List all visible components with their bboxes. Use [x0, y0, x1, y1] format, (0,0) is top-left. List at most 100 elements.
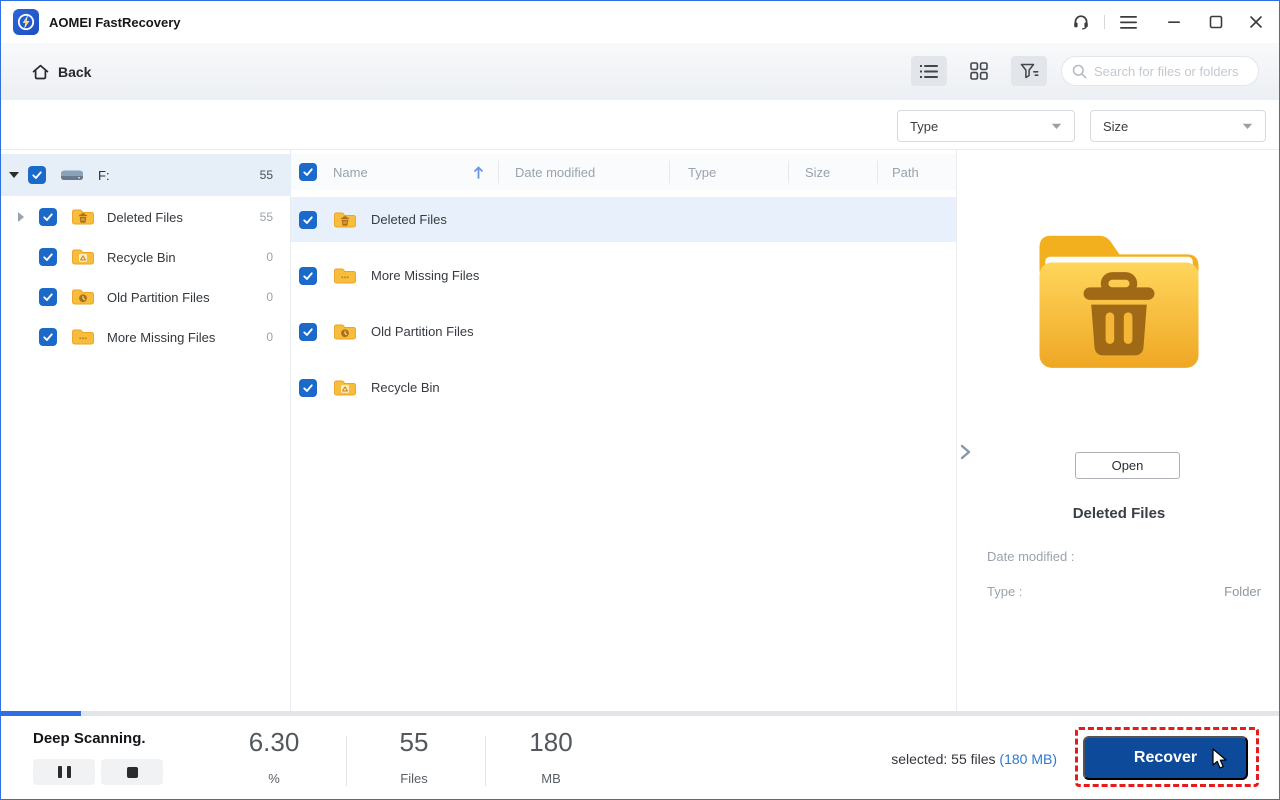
scan-progress-fill — [1, 711, 81, 716]
chevron-down-icon — [1242, 123, 1253, 129]
sort-ascending-icon — [474, 166, 483, 179]
funnel-filter-icon — [1020, 63, 1038, 78]
chevron-down-icon — [1051, 123, 1062, 129]
drive-icon — [61, 170, 83, 180]
type-filter-label: Type — [910, 118, 939, 134]
hamburger-menu-icon[interactable] — [1111, 7, 1145, 37]
scan-progress-track — [1, 711, 1279, 716]
back-button[interactable]: Back — [31, 63, 91, 81]
preview-panel: Open Deleted Files Date modified : Type … — [956, 150, 1279, 711]
search-icon — [1072, 64, 1087, 78]
search-placeholder: Search for files or folders — [1094, 63, 1239, 79]
collapse-arrow-icon[interactable] — [18, 212, 24, 222]
maximize-icon[interactable] — [1199, 7, 1233, 37]
back-label: Back — [58, 63, 92, 80]
drive-label: F: — [98, 167, 110, 183]
column-header-path[interactable]: Path — [877, 161, 956, 183]
mouse-cursor — [1212, 748, 1227, 769]
column-header-size[interactable]: Size — [788, 161, 877, 183]
tree-item-label: More Missing Files — [107, 329, 216, 345]
table-row-old-partition-files[interactable]: Old Partition Files — [291, 309, 956, 354]
support-headset-icon[interactable] — [1064, 7, 1098, 37]
filter-row: Type Size — [1, 100, 1279, 149]
table-row-more-missing-files[interactable]: More Missing Files — [291, 253, 956, 298]
clock-folder-icon — [71, 287, 95, 307]
titlebar: AOMEI FastRecovery — [1, 1, 1279, 43]
checkbox[interactable] — [299, 322, 317, 341]
recycle-folder-icon — [71, 247, 95, 267]
stat-divider — [346, 736, 347, 786]
deleted-files-folder-preview-icon — [1039, 235, 1199, 368]
row-name: Old Partition Files — [371, 324, 474, 339]
selected-files-text: selected: 55 files — [891, 751, 996, 767]
column-header-type[interactable]: Type — [669, 161, 788, 183]
preview-title: Deleted Files — [1072, 505, 1166, 522]
checkbox[interactable] — [39, 208, 57, 226]
filter-button[interactable] — [1011, 56, 1047, 86]
tree-item-label: Recycle Bin — [107, 249, 176, 265]
size-filter-dropdown[interactable]: Size — [1090, 110, 1266, 142]
checkbox[interactable] — [39, 328, 57, 346]
selection-summary: selected: 55 files (180 MB) — [891, 751, 1057, 767]
row-name: Recycle Bin — [371, 380, 440, 395]
sidebar-item-deleted-files[interactable]: Deleted Files 55 — [1, 197, 291, 237]
tree-item-count: 55 — [259, 210, 273, 224]
open-button[interactable]: Open — [1075, 452, 1180, 479]
titlebar-divider — [1104, 15, 1105, 29]
grid-view-icon — [970, 62, 988, 80]
checkbox[interactable] — [39, 288, 57, 306]
app-window: AOMEI FastRecovery Back Search for files… — [0, 0, 1280, 800]
minimize-icon[interactable] — [1157, 7, 1191, 37]
selected-size-text: (180 MB) — [999, 751, 1057, 767]
sidebar-item-recycle-bin[interactable]: Recycle Bin 0 — [1, 237, 291, 277]
content-area: F: 55 Deleted Files 55 Recycle Bin 0 Old… — [1, 149, 1279, 711]
tree-item-count: 0 — [266, 250, 273, 264]
table-row-recycle-bin[interactable]: Recycle Bin — [291, 365, 956, 410]
clock-folder-icon — [333, 322, 357, 342]
stat-files: 55 Files — [399, 727, 429, 786]
stat-size: 180 MB — [529, 727, 573, 786]
app-identity: AOMEI FastRecovery — [1, 9, 181, 35]
stat-percent: 6.30 % — [248, 727, 300, 786]
scan-status-text: Deep Scanning. — [33, 730, 146, 747]
sidebar-item-old-partition-files[interactable]: Old Partition Files 0 — [1, 277, 291, 317]
type-filter-dropdown[interactable]: Type — [897, 110, 1075, 142]
app-logo-icon — [13, 9, 39, 35]
sidebar-item-drive-f[interactable]: F: 55 — [1, 154, 291, 196]
list-view-button[interactable] — [911, 56, 947, 86]
detail-type: Type : Folder — [987, 584, 1261, 599]
nav-right-tools: Search for files or folders — [911, 56, 1259, 86]
dots-folder-icon — [333, 266, 357, 286]
titlebar-controls — [1064, 1, 1273, 43]
checkbox[interactable] — [299, 378, 317, 397]
dots-folder-icon — [71, 327, 95, 347]
tree-item-label: Old Partition Files — [107, 289, 210, 305]
navbar: Back Search for files or folders — [1, 43, 1279, 100]
file-rows: Deleted Files More Missing Files Old Par… — [291, 197, 956, 421]
sidebar-tree: F: 55 Deleted Files 55 Recycle Bin 0 Old… — [1, 150, 291, 711]
table-row-deleted-files[interactable]: Deleted Files — [291, 197, 956, 242]
column-header-name[interactable]: Name — [291, 161, 498, 183]
collapse-panel-chevron-icon[interactable] — [959, 444, 973, 460]
pause-icon — [57, 766, 62, 778]
column-header-date-modified[interactable]: Date modified — [498, 161, 669, 183]
search-input[interactable]: Search for files or folders — [1061, 56, 1259, 86]
close-icon[interactable] — [1239, 7, 1273, 37]
row-name: More Missing Files — [371, 268, 480, 283]
type-label: Type : — [987, 584, 1023, 599]
stat-divider — [485, 736, 486, 786]
checkbox[interactable] — [39, 248, 57, 266]
stop-button[interactable] — [101, 759, 163, 785]
file-list: Name Date modified Type Size Path Delete… — [291, 150, 956, 711]
checkbox[interactable] — [299, 266, 317, 285]
trash-folder-icon — [333, 210, 357, 230]
drive-count: 55 — [259, 168, 273, 182]
expand-arrow-icon[interactable] — [9, 172, 19, 178]
grid-view-button[interactable] — [961, 56, 997, 86]
tree-item-count: 0 — [266, 290, 273, 304]
checkbox[interactable] — [299, 210, 317, 229]
select-all-checkbox[interactable] — [299, 163, 317, 181]
checkbox[interactable] — [28, 166, 46, 184]
pause-button[interactable] — [33, 759, 95, 785]
sidebar-item-more-missing-files[interactable]: More Missing Files 0 — [1, 317, 291, 357]
